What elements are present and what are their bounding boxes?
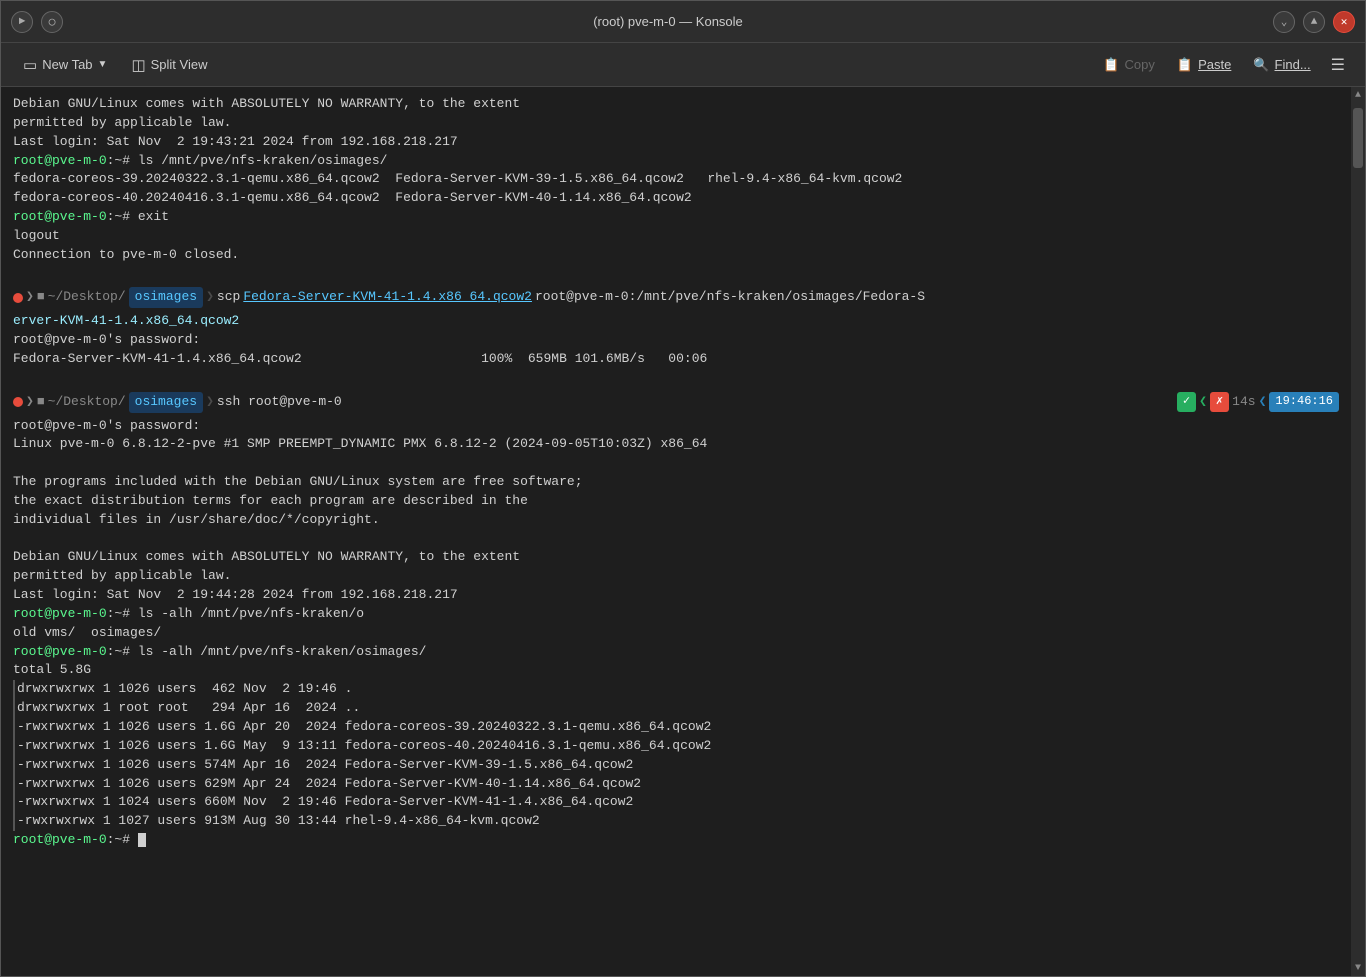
terminal-line: root@pve-m-0:~# ls /mnt/pve/nfs-kraken/o… [13,152,1339,171]
terminal-line: Debian GNU/Linux comes with ABSOLUTELY N… [13,548,1339,567]
titlebar-left: ► ◯ [11,11,63,33]
copy-label: Copy [1125,57,1155,72]
prompt-chevron-icon2: ❯ [26,393,34,412]
terminal-line: erver-KVM-41-1.4.x86_64.qcow2 [13,312,1339,331]
terminal-line: Debian GNU/Linux comes with ABSOLUTELY N… [13,95,1339,114]
prompt-tilde-label: ~/Desktop/ [48,288,126,307]
titlebar-right: ⌄ ▲ ✕ [1273,11,1355,33]
menu-button[interactable]: ► [11,11,33,33]
ssh-cmd: ssh root@pve-m-0 [217,393,342,412]
status-x-badge: ✗ [1210,392,1229,411]
terminal-line: -rwxrwxrwx 1 1024 users 660M Nov 2 19:46… [13,793,1339,812]
terminal-line: root@pve-m-0:~# exit [13,208,1339,227]
terminal-line: drwxrwxrwx 1 1026 users 462 Nov 2 19:46 … [13,680,1339,699]
terminal-line: -rwxrwxrwx 1 1026 users 629M Apr 24 2024… [13,775,1339,794]
scroll-thumb[interactable] [1353,108,1363,168]
terminal-line: -rwxrwxrwx 1 1027 users 913M Aug 30 13:4… [13,812,1339,831]
terminal-line: The programs included with the Debian GN… [13,473,1339,492]
konsole-window: ► ◯ (root) pve-m-0 — Konsole ⌄ ▲ ✕ ▭ New… [0,0,1366,977]
find-button[interactable]: 🔍 Find... [1243,52,1320,78]
search-icon: 🔍 [1253,57,1269,73]
close-button[interactable]: ✕ [1333,11,1355,33]
scrollbar[interactable]: ▲ ▼ [1351,87,1365,976]
minimize-button[interactable]: ⌄ [1273,11,1295,33]
status-time-label: 14s [1232,393,1255,412]
new-tab-label: New Tab [42,57,92,72]
terminal-line: total 5.8G [13,661,1339,680]
terminal-line: individual files in /usr/share/doc/*/cop… [13,511,1339,530]
status-bar: ✓ ❮ ✗ 14s ❮ 19:46:16 [1177,392,1339,411]
terminal-line: the exact distribution terms for each pr… [13,492,1339,511]
terminal-line: -rwxrwxrwx 1 1026 users 574M Apr 16 2024… [13,756,1339,775]
scp-filename: Fedora-Server-KVM-41-1.4.x86_64.qcow2 [243,288,532,307]
scroll-down-arrow[interactable]: ▼ [1351,960,1365,976]
prompt-dot-icon2 [13,397,23,407]
titlebar: ► ◯ (root) pve-m-0 — Konsole ⌄ ▲ ✕ [1,1,1365,43]
split-view-label: Split View [151,57,208,72]
prompt-right-icon: ❯ [206,288,214,307]
back-button[interactable]: ◯ [41,11,63,33]
terminal-line: root@pve-m-0:~# ls -alh /mnt/pve/nfs-kra… [13,605,1339,624]
find-label: Find... [1275,57,1311,72]
paste-label: Paste [1198,57,1231,72]
terminal-line: drwxrwxrwx 1 root root 294 Apr 16 2024 .… [13,699,1339,718]
terminal-line: logout [13,227,1339,246]
terminal-line: old vms/ osimages/ [13,624,1339,643]
terminal-line: permitted by applicable law. [13,114,1339,133]
terminal-line: root@pve-m-0:~# ls -alh /mnt/pve/nfs-kra… [13,643,1339,662]
prompt-dot-icon [13,293,23,303]
terminal-line: fedora-coreos-40.20240416.3.1-qemu.x86_6… [13,189,1339,208]
terminal-line: -rwxrwxrwx 1 1026 users 1.6G May 9 13:11… [13,737,1339,756]
prompt-line-scp: ❯ ■ ~/Desktop/osimages ❯ scp Fedora-Serv… [13,287,1339,308]
scroll-track[interactable] [1351,103,1365,960]
terminal-cursor [138,833,146,847]
prompt-dir2: osimages [129,392,203,413]
terminal-line-progress: Fedora-Server-KVM-41-1.4.x86_64.qcow2 10… [13,350,1339,369]
prompt-tilde2: ■ [37,393,45,412]
paste-button[interactable]: 📋 Paste [1167,52,1241,78]
toolbar-right: 📋 Copy 📋 Paste 🔍 Find... ☰ [1093,50,1353,80]
new-tab-button[interactable]: ▭ New Tab ▼ [13,51,117,79]
terminal-line: Connection to pve-m-0 closed. [13,246,1339,265]
prompt-dir: osimages [129,287,203,308]
status-clock: 19:46:16 [1269,392,1339,411]
terminal-line: -rwxrwxrwx 1 1026 users 1.6G Apr 20 2024… [13,718,1339,737]
prompt-left: ❯ ■ ~/Desktop/osimages ❯ ssh root@pve-m-… [13,392,342,413]
prompt-right-icon2: ❯ [206,393,214,412]
hamburger-menu-button[interactable]: ☰ [1323,50,1353,80]
terminal-container: Debian GNU/Linux comes with ABSOLUTELY N… [1,87,1365,976]
terminal-line: root@pve-m-0's password: [13,417,1339,436]
scp-cmd: scp [217,288,240,307]
status-ok-badge: ✓ [1177,392,1196,411]
status-time-arrow-icon: ❮ [1259,393,1267,412]
split-view-button[interactable]: ◫ Split View [121,51,217,79]
toolbar: ▭ New Tab ▼ ◫ Split View 📋 Copy 📋 Paste … [1,43,1365,87]
terminal-line: Linux pve-m-0 6.8.12-2-pve #1 SMP PREEMP… [13,435,1339,454]
terminal-last-line: root@pve-m-0:~# [13,831,1339,850]
copy-icon: 📋 [1103,57,1119,73]
copy-button[interactable]: 📋 Copy [1093,52,1165,78]
window-title: (root) pve-m-0 — Konsole [593,14,743,29]
prompt-chevron-icon: ❯ [26,288,34,307]
paste-icon: 📋 [1177,57,1193,73]
split-view-icon: ◫ [131,56,145,74]
terminal-line: Last login: Sat Nov 2 19:43:21 2024 from… [13,133,1339,152]
terminal-output[interactable]: Debian GNU/Linux comes with ABSOLUTELY N… [1,87,1351,976]
terminal-line: Last login: Sat Nov 2 19:44:28 2024 from… [13,586,1339,605]
dropdown-arrow-icon[interactable]: ▼ [98,59,108,70]
terminal-line: fedora-coreos-39.20240322.3.1-qemu.x86_6… [13,170,1339,189]
prompt-line-ssh: ❯ ■ ~/Desktop/osimages ❯ ssh root@pve-m-… [13,392,1339,413]
new-tab-icon: ▭ [23,56,37,74]
status-arrow1-icon: ❮ [1199,393,1207,412]
prompt-tilde: ■ [37,288,45,307]
maximize-button[interactable]: ▲ [1303,11,1325,33]
scroll-up-arrow[interactable]: ▲ [1351,87,1365,103]
prompt-tilde-label2: ~/Desktop/ [48,393,126,412]
terminal-line: root@pve-m-0's password: [13,331,1339,350]
terminal-line: permitted by applicable law. [13,567,1339,586]
scp-dest: root@pve-m-0:/mnt/pve/nfs-kraken/osimage… [535,288,925,307]
